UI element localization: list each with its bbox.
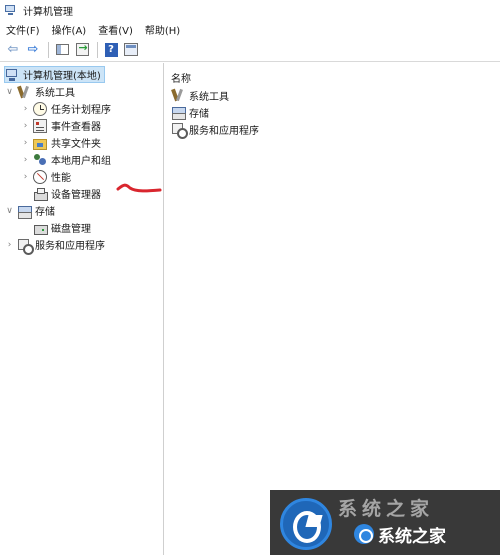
window-title: 计算机管理	[23, 6, 73, 18]
back-button[interactable]: ⇦	[4, 41, 22, 59]
tree-root-label: 计算机管理(本地)	[23, 71, 101, 82]
tree-item-disk-management[interactable]: 磁盘管理	[33, 219, 91, 236]
site-watermark: 系统之家 系统之家	[270, 490, 500, 555]
chevron-right-icon[interactable]: ›	[20, 155, 31, 165]
show-hide-tree-button[interactable]	[53, 41, 71, 59]
menu-action[interactable]: 操作(A)	[52, 22, 87, 37]
console-tree[interactable]: 计算机管理(本地) ∨ 系统工具 › 任务计划程序 › 事件查看器 › 共享文件…	[0, 63, 164, 555]
disk-management-icon	[33, 221, 48, 235]
column-header-name[interactable]: 名称	[171, 70, 191, 85]
services-icon	[171, 122, 188, 139]
title-bar: 计算机管理	[0, 0, 500, 20]
tree-root[interactable]: 计算机管理(本地)	[4, 66, 105, 83]
toolbar-separator	[48, 41, 49, 58]
back-icon: ⇦	[7, 42, 19, 57]
menu-file[interactable]: 文件(F)	[6, 22, 40, 37]
toolbar: ⇦ ⇨ ?	[0, 38, 500, 62]
watermark-upper-text: 系统之家	[338, 498, 435, 520]
menu-help[interactable]: 帮助(H)	[145, 22, 180, 37]
tree-item-system-tools[interactable]: ∨ 系统工具	[4, 83, 75, 100]
show-hide-tree-icon	[55, 44, 69, 55]
chevron-down-icon[interactable]: ∨	[4, 87, 15, 97]
tree-item-services-apps[interactable]: › 服务和应用程序	[4, 236, 105, 255]
chevron-right-icon[interactable]: ›	[4, 240, 15, 250]
tree-item-label: 性能	[51, 173, 71, 184]
list-item-label: 服务和应用程序	[189, 125, 259, 137]
menu-bar: 文件(F) 操作(A) 查看(V) 帮助(H)	[0, 20, 500, 38]
export-list-button[interactable]	[73, 41, 91, 59]
tree-item-label: 设备管理器	[51, 190, 101, 201]
users-groups-icon	[33, 153, 47, 167]
tools-icon	[171, 88, 185, 102]
tree-item-device-manager[interactable]: 设备管理器	[33, 185, 101, 202]
tree-item-label: 任务计划程序	[51, 105, 111, 116]
help-icon: ?	[104, 42, 118, 57]
list-item-services-apps[interactable]: 服务和应用程序	[171, 121, 259, 139]
task-scheduler-icon	[33, 101, 47, 116]
chevron-right-icon[interactable]: ›	[20, 104, 31, 114]
help-button[interactable]: ?	[102, 41, 120, 59]
tree-item-label: 存储	[35, 207, 55, 218]
tree-item-shared-folders[interactable]: › 共享文件夹	[20, 134, 101, 151]
forward-icon: ⇨	[27, 42, 39, 57]
watermark-logo-icon	[280, 498, 332, 550]
tree-item-event-viewer[interactable]: › 事件查看器	[20, 117, 101, 134]
tree-item-label: 共享文件夹	[51, 139, 101, 150]
watermark-small-logo-icon	[354, 524, 374, 544]
view-icon	[124, 43, 138, 56]
chevron-down-icon[interactable]: ∨	[4, 206, 15, 216]
list-item-label: 存储	[189, 108, 209, 120]
red-arrow-annotation	[116, 183, 162, 193]
list-item-storage[interactable]: 存储	[171, 104, 209, 120]
chevron-right-icon[interactable]: ›	[20, 138, 31, 148]
tree-item-task-scheduler[interactable]: › 任务计划程序	[20, 100, 111, 117]
performance-icon	[33, 169, 47, 184]
watermark-lower-text: 系统之家	[378, 527, 446, 547]
list-item-system-tools[interactable]: 系统工具	[171, 87, 229, 103]
storage-icon	[171, 105, 186, 120]
chevron-right-icon[interactable]: ›	[20, 172, 31, 182]
tree-item-performance[interactable]: › 性能	[20, 168, 71, 185]
shared-folders-icon	[33, 139, 47, 150]
tree-item-label: 本地用户和组	[51, 156, 111, 167]
tree-item-storage[interactable]: ∨ 存储	[4, 202, 55, 219]
event-viewer-icon	[33, 118, 47, 133]
forward-button[interactable]: ⇨	[24, 41, 42, 59]
computer-management-icon	[4, 4, 17, 17]
tree-item-label: 事件查看器	[51, 122, 101, 133]
details-pane[interactable]: 名称 系统工具 存储 服务和应用程序	[165, 63, 500, 555]
tree-item-label: 系统工具	[35, 88, 75, 99]
device-manager-icon	[33, 187, 48, 201]
services-icon	[17, 238, 34, 255]
storage-icon	[17, 204, 32, 219]
menu-view[interactable]: 查看(V)	[98, 22, 133, 37]
toolbar-separator	[97, 41, 98, 58]
tree-item-label: 服务和应用程序	[35, 241, 105, 252]
view-button[interactable]	[122, 41, 140, 59]
tools-icon	[17, 85, 31, 99]
export-list-icon	[75, 41, 89, 56]
tree-item-local-users[interactable]: › 本地用户和组	[20, 151, 111, 168]
list-item-label: 系统工具	[189, 91, 229, 103]
computer-management-icon	[5, 68, 19, 82]
tree-item-label: 磁盘管理	[51, 224, 91, 235]
chevron-right-icon[interactable]: ›	[20, 121, 31, 131]
